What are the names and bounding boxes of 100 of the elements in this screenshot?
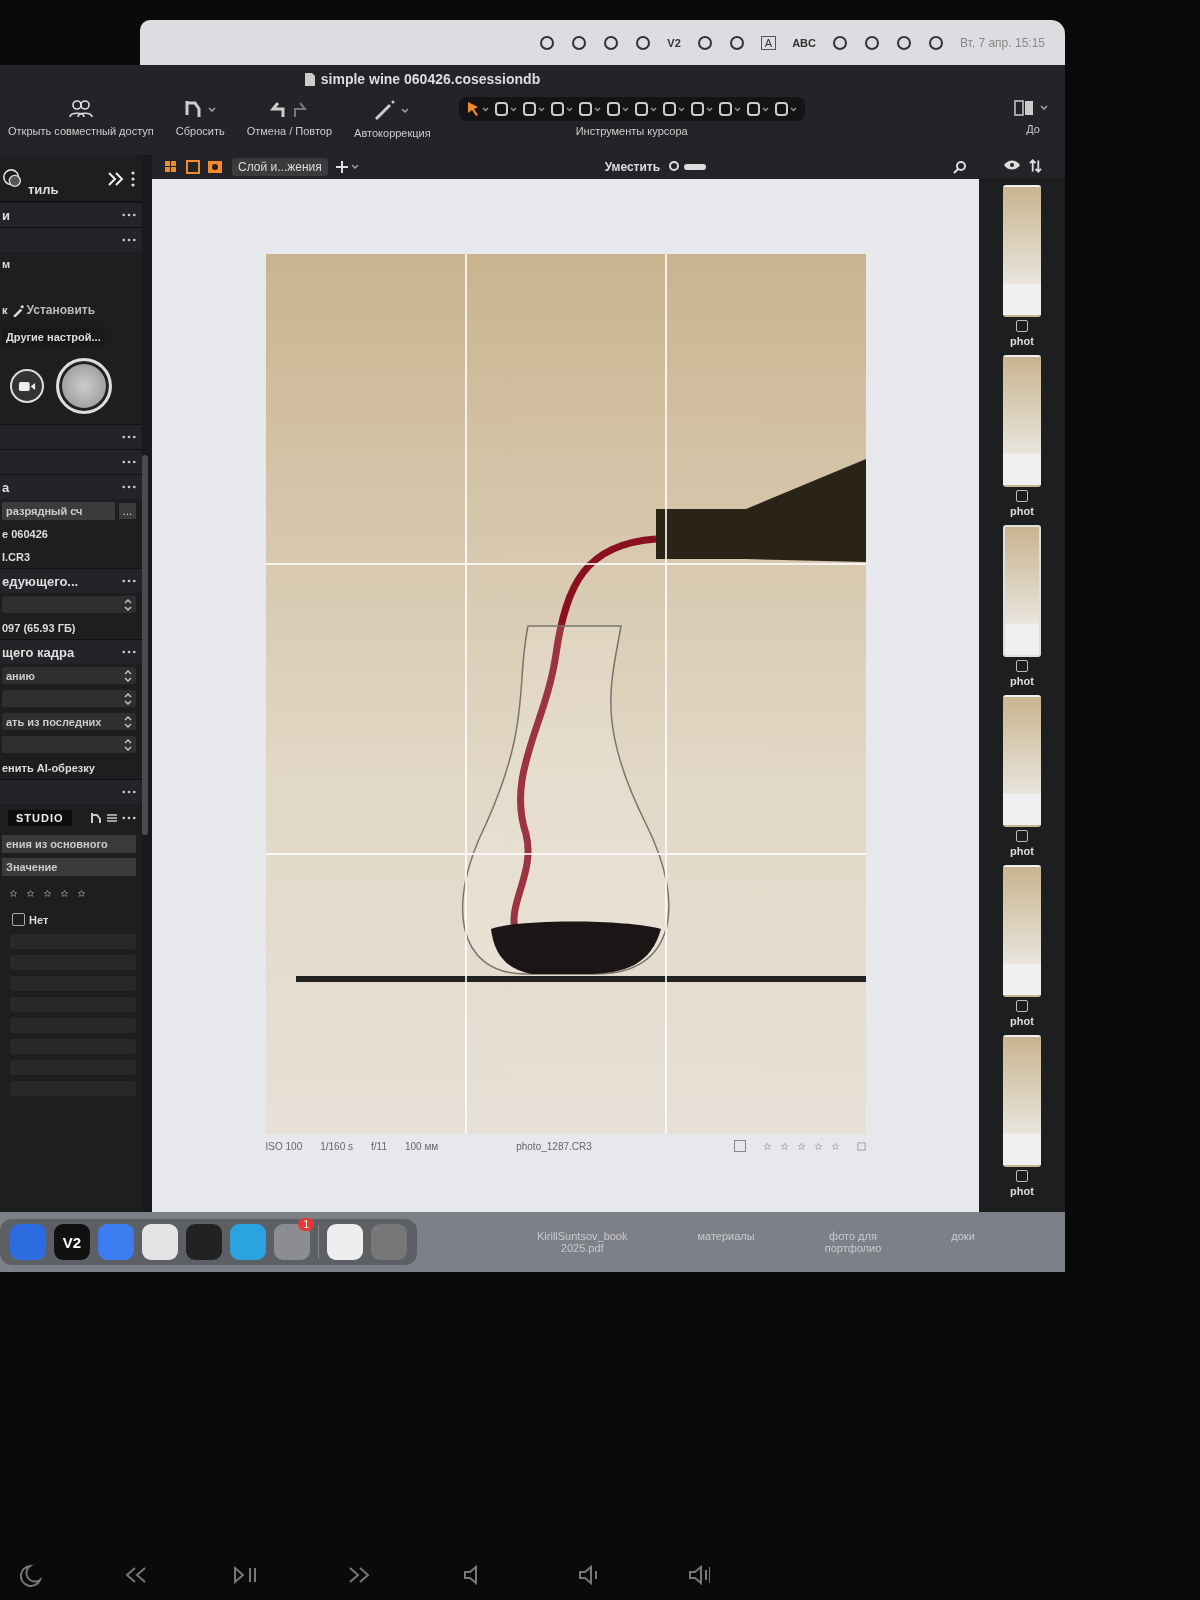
sort-icon[interactable] [1028, 159, 1042, 173]
checkbox[interactable] [12, 913, 25, 926]
photo-thumbnail[interactable] [1003, 185, 1041, 317]
text-field[interactable]: разрядный сч [2, 501, 115, 520]
panel-text: е 060426 [2, 527, 48, 540]
photo-thumbnail[interactable] [1003, 865, 1041, 997]
eyedropper-icon [11, 303, 25, 317]
tool-icon[interactable] [604, 100, 631, 118]
status-label[interactable]: ABC [792, 36, 816, 49]
more-button[interactable]: ... [118, 502, 136, 519]
checkbox[interactable] [733, 1140, 746, 1152]
more-icon[interactable] [122, 579, 136, 583]
status-icon[interactable] [864, 34, 880, 51]
tool-icon[interactable] [660, 100, 687, 118]
tool-icon[interactable] [772, 100, 799, 118]
settings-button[interactable]: Другие настрой... [2, 326, 105, 347]
before-after-button[interactable]: До [1009, 97, 1057, 137]
photo-thumbnail[interactable] [1003, 1035, 1041, 1167]
toolbar-button[interactable]: Сбросить [171, 97, 229, 139]
app-icon[interactable] [186, 1224, 222, 1260]
layer-dropdown[interactable]: Слой и...жения [232, 158, 328, 176]
checkbox[interactable] [1016, 830, 1028, 842]
status-icon[interactable] [539, 34, 556, 51]
tool-icon[interactable] [492, 100, 519, 118]
more-icon[interactable] [122, 435, 136, 439]
eye-icon[interactable] [1002, 159, 1021, 171]
updown-icon [124, 715, 132, 728]
toolbar-button[interactable]: Открыть совместный доступ [4, 97, 158, 139]
status-icon[interactable] [728, 34, 745, 51]
zoom-icon[interactable] [668, 160, 709, 174]
tool-icon[interactable] [716, 100, 743, 118]
more-icon[interactable] [122, 238, 136, 242]
set-button[interactable]: Установить [11, 303, 96, 317]
thumbnail-label: phot [1010, 335, 1034, 347]
more-icon[interactable] [122, 213, 136, 217]
thumbnail-label: phot [1010, 1015, 1034, 1027]
app-icon[interactable] [142, 1224, 178, 1260]
more-icon[interactable] [122, 460, 136, 464]
text-field[interactable]: Значение [2, 857, 136, 876]
reset-icon [183, 99, 218, 119]
tool-icon[interactable] [576, 100, 603, 118]
exif-text: ISO 100 [265, 1140, 303, 1152]
thumbnail-label: phot [1010, 675, 1034, 687]
updown-icon [124, 669, 132, 682]
tool-icon[interactable] [688, 100, 715, 118]
view-mode-icon[interactable] [164, 160, 224, 174]
section-title[interactable]: а [2, 479, 10, 495]
input-source-button[interactable]: A [760, 35, 777, 50]
color-tag-icon[interactable] [856, 1141, 866, 1151]
status-icon[interactable] [928, 34, 944, 51]
checkbox[interactable] [1016, 320, 1028, 332]
cursor-tools-label: Инструменты курсора [575, 125, 688, 137]
status-icon[interactable] [571, 34, 588, 51]
reset-icon[interactable] [90, 812, 102, 824]
more-icon[interactable] [122, 485, 136, 489]
app-icon[interactable]: V2 [54, 1224, 90, 1260]
toolbar-button[interactable]: Отмена / Повтор [242, 97, 337, 139]
photo-thumbnail[interactable] [1003, 695, 1041, 827]
checkbox[interactable] [1016, 1000, 1028, 1012]
checkbox[interactable] [1016, 1170, 1028, 1182]
text-field[interactable]: ения из основного [2, 834, 136, 853]
photo-thumbnail[interactable] [1003, 355, 1041, 487]
add-icon[interactable] [335, 160, 360, 174]
panel-text: 097 (65.93 ГБ) [2, 621, 76, 634]
kebab-menu-icon[interactable] [130, 170, 136, 188]
tool-icon[interactable] [632, 100, 659, 118]
status-label[interactable]: V2 [667, 36, 681, 49]
updown-icon [124, 738, 132, 751]
photo-thumbnail[interactable] [1003, 525, 1041, 657]
search-icon[interactable] [953, 160, 967, 174]
list-icon[interactable] [106, 812, 118, 824]
video-button[interactable] [10, 369, 44, 403]
style-icon[interactable] [2, 168, 24, 190]
toolbar-button[interactable]: Автокоррекция [350, 97, 435, 141]
status-icon[interactable] [832, 34, 848, 51]
dropdown[interactable]: анию [2, 667, 136, 684]
checkbox[interactable] [1016, 490, 1028, 502]
tool-icon[interactable] [744, 100, 771, 118]
exif-text: f/11 [371, 1140, 387, 1152]
tool-icon[interactable] [520, 100, 547, 118]
more-icon[interactable] [122, 790, 136, 794]
more-icon[interactable] [122, 816, 136, 820]
section-title[interactable]: и [2, 207, 10, 223]
fit-button[interactable]: Уместить [604, 160, 661, 174]
status-icon[interactable] [635, 34, 652, 51]
panel-text: м [2, 257, 11, 270]
app-icon[interactable] [327, 1224, 363, 1260]
status-icon[interactable] [896, 34, 912, 51]
chevrons-icon[interactable] [106, 170, 126, 188]
checkbox[interactable] [1016, 660, 1028, 672]
tool-icon[interactable] [548, 100, 575, 118]
thumbnail-label: phot [1010, 845, 1034, 857]
dropdown[interactable]: ать из последних [2, 713, 136, 730]
status-icon[interactable] [696, 34, 713, 51]
scrollbar[interactable] [142, 455, 148, 835]
more-icon[interactable] [122, 650, 136, 654]
video-camera-icon [18, 379, 36, 393]
status-icon[interactable] [603, 34, 620, 51]
capture-button[interactable] [56, 358, 112, 414]
rating-stars[interactable] [763, 1142, 839, 1150]
